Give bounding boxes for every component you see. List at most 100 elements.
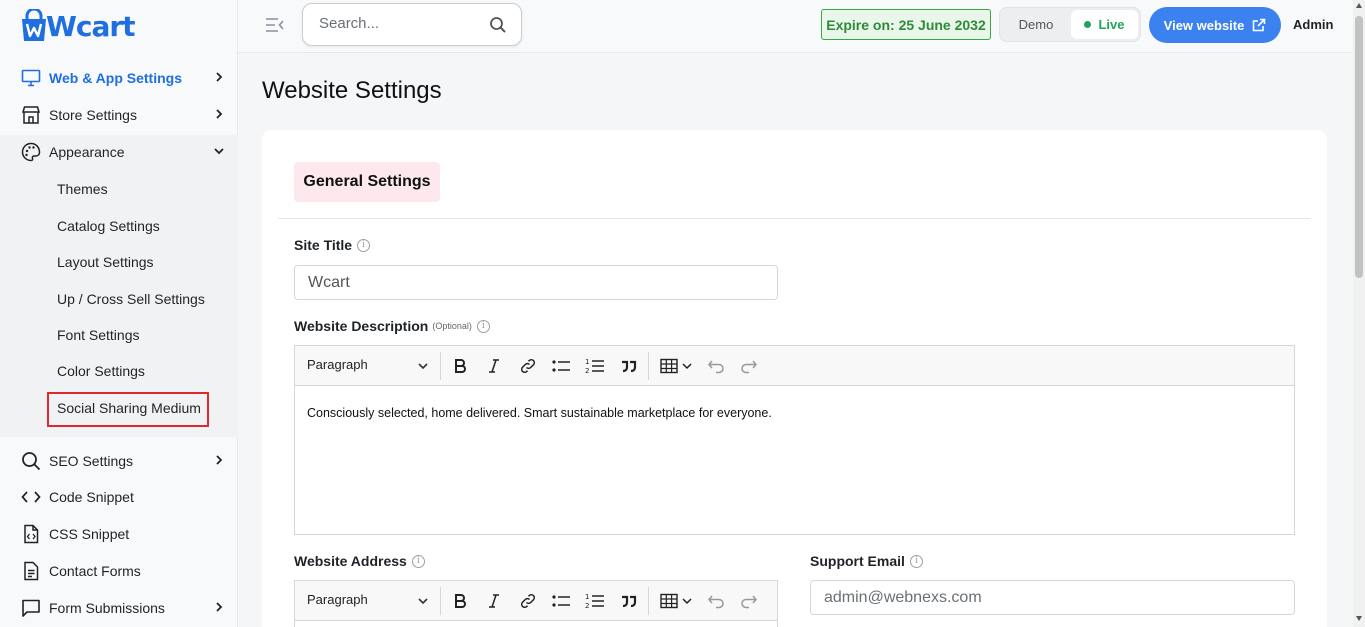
sidebar-item-label: Form Submissions xyxy=(49,600,165,616)
sidebar-sub-font-settings[interactable]: Font Settings xyxy=(57,320,140,350)
website-address-label: Website Address i xyxy=(294,553,425,569)
website-description-label: Website Description (Optional) i xyxy=(294,318,490,334)
description-editor[interactable]: Paragraph 12 Consciously selected, home … xyxy=(294,345,1295,535)
sidebar-item-css-snippet[interactable]: CSS Snippet xyxy=(0,516,238,552)
insert-table-button[interactable] xyxy=(657,355,697,377)
info-icon[interactable]: i xyxy=(909,554,923,568)
mode-live-option[interactable]: Live xyxy=(1071,10,1138,39)
sidebar-sub-up-cross-sell-settings[interactable]: Up / Cross Sell Settings xyxy=(57,284,205,314)
wcart-logo[interactable]: Wcart xyxy=(20,6,136,46)
sidebar-item-code-snippet[interactable]: Code Snippet xyxy=(0,479,238,515)
info-icon[interactable]: i xyxy=(411,554,425,568)
sidebar-sub-catalog-settings[interactable]: Catalog Settings xyxy=(57,211,160,241)
link-icon xyxy=(520,358,536,374)
sidebar-item-appearance[interactable]: Appearance xyxy=(0,134,238,170)
info-icon[interactable]: i xyxy=(476,319,490,333)
bulleted-list-icon xyxy=(552,360,570,372)
link-icon xyxy=(520,593,536,609)
sidebar: Wcart Web & App Settings Store Settings … xyxy=(0,0,238,627)
address-editor[interactable]: Paragraph 12 xyxy=(294,580,778,627)
blockquote-button[interactable] xyxy=(618,355,640,377)
sidebar-toggle-icon[interactable] xyxy=(264,14,286,36)
redo-icon xyxy=(741,595,757,609)
toolbar-separator xyxy=(648,352,649,380)
view-website-button[interactable]: View website xyxy=(1149,7,1281,43)
external-link-icon xyxy=(1253,18,1266,32)
view-website-label: View website xyxy=(1163,17,1245,33)
paragraph-style-dropdown[interactable]: Paragraph xyxy=(307,357,368,372)
selection-highlight-box xyxy=(47,392,209,427)
scrollbar-thumb[interactable] xyxy=(1355,16,1363,278)
sidebar-item-label: Code Snippet xyxy=(49,489,134,505)
search-box[interactable] xyxy=(302,3,522,46)
bold-icon xyxy=(455,594,466,608)
page-scrollbar[interactable] xyxy=(1353,0,1365,627)
user-menu[interactable]: Admin xyxy=(1293,17,1333,32)
sidebar-item-label: SEO Settings xyxy=(49,453,134,469)
editor-content[interactable]: Consciously selected, home delivered. Sm… xyxy=(307,406,772,420)
sidebar-item-label: CSS Snippet xyxy=(49,526,130,542)
page-title: Website Settings xyxy=(262,77,442,104)
website-address-label-text: Website Address xyxy=(294,553,407,569)
chevron-down-icon[interactable] xyxy=(417,595,429,607)
paragraph-style-dropdown[interactable]: Paragraph xyxy=(307,592,368,607)
link-button[interactable] xyxy=(517,590,539,612)
sidebar-item-label: Contact Forms xyxy=(49,563,141,579)
italic-icon xyxy=(489,594,499,608)
info-icon[interactable]: i xyxy=(357,238,371,252)
italic-button[interactable] xyxy=(483,355,505,377)
undo-button[interactable] xyxy=(705,590,727,612)
mode-demo-option[interactable]: Demo xyxy=(1002,10,1070,39)
scroll-up-arrow-icon[interactable] xyxy=(1356,3,1362,8)
support-email-label-text: Support Email xyxy=(810,553,905,569)
search-input[interactable] xyxy=(319,15,479,32)
undo-button[interactable] xyxy=(705,355,727,377)
svg-text:1: 1 xyxy=(585,358,589,366)
italic-button[interactable] xyxy=(483,590,505,612)
sidebar-sub-themes[interactable]: Themes xyxy=(57,174,108,204)
quote-icon xyxy=(622,360,637,373)
numbered-list-button[interactable]: 12 xyxy=(584,590,606,612)
support-email-input[interactable]: admin@webnexs.com xyxy=(810,580,1295,615)
undo-icon xyxy=(708,595,724,609)
redo-button[interactable] xyxy=(738,355,760,377)
sidebar-item-seo-settings[interactable]: SEO Settings xyxy=(0,443,238,479)
tab-general-settings[interactable]: General Settings xyxy=(294,162,440,202)
sidebar-sub-color-settings[interactable]: Color Settings xyxy=(57,356,145,386)
bulleted-list-button[interactable] xyxy=(550,590,572,612)
sidebar-item-contact-forms[interactable]: Contact Forms xyxy=(0,553,238,589)
bulleted-list-button[interactable] xyxy=(550,355,572,377)
search-icon xyxy=(21,451,41,471)
chevron-down-icon xyxy=(214,148,224,155)
quote-icon xyxy=(622,595,637,608)
insert-table-button[interactable] xyxy=(657,590,697,612)
sidebar-sub-layout-settings[interactable]: Layout Settings xyxy=(57,247,154,277)
site-title-input[interactable]: Wcart xyxy=(294,265,778,300)
numbered-list-button[interactable]: 12 xyxy=(584,355,606,377)
link-button[interactable] xyxy=(517,355,539,377)
file-code-icon xyxy=(21,524,41,544)
italic-icon xyxy=(489,359,499,373)
blockquote-button[interactable] xyxy=(618,590,640,612)
sidebar-item-form-submissions[interactable]: Form Submissions xyxy=(0,590,238,626)
support-email-label: Support Email i xyxy=(810,553,923,569)
numbered-list-icon: 12 xyxy=(585,358,604,375)
undo-icon xyxy=(708,360,724,374)
toolbar-separator xyxy=(440,587,441,615)
document-icon xyxy=(21,561,41,581)
sidebar-item-store-settings[interactable]: Store Settings xyxy=(0,97,238,133)
svg-text:2: 2 xyxy=(585,602,589,610)
bold-button[interactable] xyxy=(449,590,471,612)
chevron-right-icon xyxy=(216,602,223,612)
redo-button[interactable] xyxy=(738,590,760,612)
mode-switch[interactable]: Demo Live xyxy=(999,7,1141,42)
bold-button[interactable] xyxy=(449,355,471,377)
sidebar-item-web-app-settings[interactable]: Web & App Settings xyxy=(0,60,238,96)
search-icon[interactable] xyxy=(489,16,507,34)
scroll-down-arrow-icon[interactable] xyxy=(1356,616,1362,621)
redo-icon xyxy=(741,360,757,374)
bulleted-list-icon xyxy=(552,595,570,607)
logo-text: Wcart xyxy=(46,9,136,43)
table-icon xyxy=(660,358,692,374)
chevron-down-icon[interactable] xyxy=(417,360,429,372)
